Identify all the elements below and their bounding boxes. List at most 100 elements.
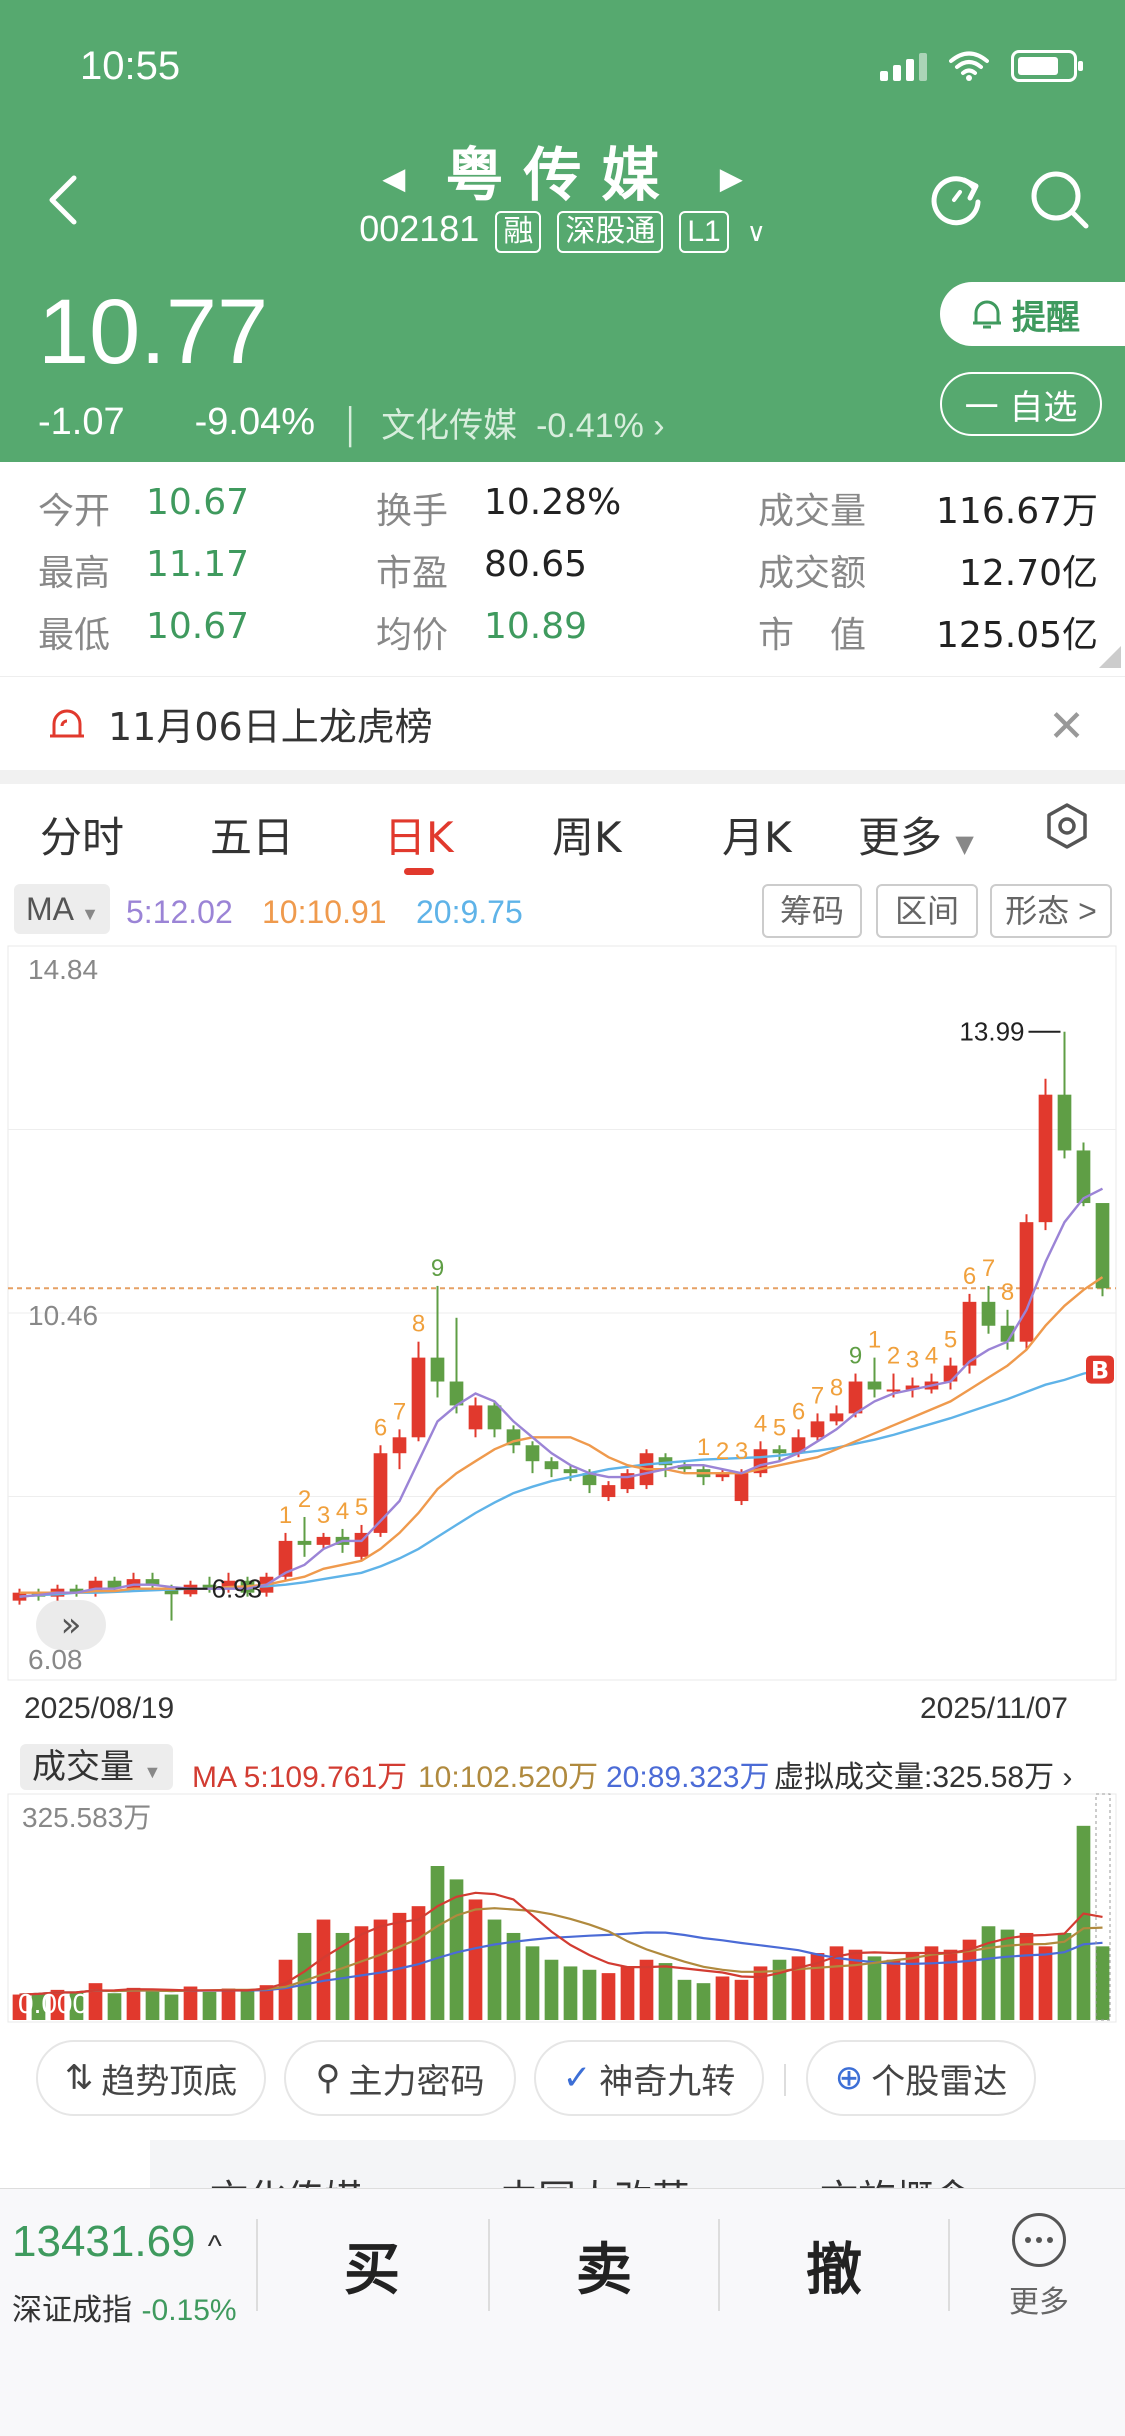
nine-turn-label: 3 — [906, 1347, 919, 1374]
volume-bar — [449, 1879, 464, 2020]
nine-turn-label: 9 — [431, 1255, 444, 1282]
candle-body — [601, 1485, 616, 1498]
related-concepts-peek: 文化传媒 中国人改革 文旅概念 — [0, 2140, 1125, 2188]
stock-radar-button[interactable]: ⊕ 个股雷达 — [806, 2040, 1036, 2116]
period-tabs: 分时 五日 日K 周K 月K 更多 ▼ — [0, 784, 1125, 878]
candle-body — [829, 1413, 844, 1422]
alarm-icon — [973, 300, 1001, 329]
dragon-tiger-notice[interactable]: 11月06日上龙虎榜 ✕ — [0, 676, 1125, 770]
volume-bar — [373, 1919, 388, 2020]
volume-bar — [867, 1956, 882, 2020]
more-button[interactable]: 更多 — [996, 2213, 1082, 2321]
divider — [948, 2219, 950, 2311]
volume-bar — [525, 1946, 540, 2020]
stat-turnover: 换手 10.28% — [376, 482, 622, 532]
tag-margin: 融 — [495, 211, 542, 253]
stat-volume: 成交量 116.67万 — [758, 491, 1098, 532]
prev-stock-icon[interactable]: ◀ — [382, 161, 405, 196]
tab-more[interactable]: 更多 ▼ — [858, 804, 974, 865]
volume-bar — [487, 1919, 502, 2020]
expand-left-button[interactable]: » — [36, 1600, 106, 1650]
close-icon[interactable]: ✕ — [1048, 701, 1085, 752]
nine-turn-label: 5 — [773, 1414, 786, 1441]
candle-body — [316, 1536, 331, 1545]
nine-turn-label: 7 — [982, 1255, 995, 1282]
volume-bar — [753, 1966, 768, 2020]
kline-chart[interactable]: 123 4 567891 2 34 567 8912 3 456 7813.996.93B — [0, 944, 1125, 1682]
buy-button[interactable]: 买 — [344, 2225, 400, 2306]
volume-bar — [601, 1973, 616, 2020]
nine-turn-label: 1 — [279, 1502, 292, 1529]
tab-weekly-k[interactable]: 周K — [552, 804, 622, 865]
peek-item[interactable]: 中国人改革 — [500, 2168, 690, 2188]
ma-legend: MA ▼ 5:12.02 10:10.91 20:9.75 筹码 区间 形态 > — [0, 880, 1125, 940]
next-stock-icon[interactable]: ▶ — [720, 161, 743, 196]
current-price: 10.77 — [38, 281, 269, 383]
nine-turn-label: 1 — [868, 1327, 881, 1354]
volume-bar — [563, 1966, 578, 2020]
volume-bar — [677, 1979, 692, 2020]
volume-bar — [126, 1987, 141, 2020]
candle-body — [411, 1357, 426, 1438]
main-force-button[interactable]: ⚲ 主力密码 — [284, 2040, 516, 2116]
indicator-select[interactable]: MA ▼ — [14, 884, 110, 934]
sector-link[interactable]: │ 文化传媒 -0.41% › — [341, 398, 665, 447]
expand-corner-icon[interactable] — [1099, 646, 1121, 668]
magic-nine-button[interactable]: ✓ 神奇九转 — [534, 2040, 764, 2116]
divider — [718, 2219, 720, 2311]
candle-body — [1019, 1222, 1034, 1342]
volume-bar — [240, 1990, 255, 2020]
sell-button[interactable]: 卖 — [576, 2225, 632, 2306]
remind-button[interactable]: 提醒 — [940, 282, 1125, 346]
divider — [256, 2219, 258, 2311]
ma20-line — [19, 1368, 1103, 1598]
stat-avg: 均价 10.89 — [376, 606, 588, 656]
candle-body — [962, 1301, 977, 1366]
volume-bar — [1057, 1932, 1072, 2020]
trend-top-bottom-button[interactable]: ⇅ 趋势顶底 — [36, 2040, 266, 2116]
volume-bar — [544, 1959, 559, 2020]
up-down-arrows-icon: ⇅ — [64, 2058, 94, 2098]
volume-chart[interactable] — [0, 1792, 1125, 2026]
tab-daily-k[interactable]: 日K — [384, 804, 454, 865]
indicator-tools: ⇅ 趋势顶底 ⚲ 主力密码 ✓ 神奇九转 ⊕ 个股雷达 — [0, 2040, 1125, 2122]
stock-name: 粤传媒 — [445, 141, 680, 209]
trade-bar: 13431.69 ^ 深证成指 -0.15% 买 卖 撤 更多 — [0, 2188, 1125, 2436]
volume-zero-label: 0.000 — [18, 1988, 89, 2019]
add-watchlist-button[interactable]: 一 自选 — [940, 372, 1102, 436]
tab-intraday[interactable]: 分时 — [40, 804, 124, 865]
candle-body — [1038, 1094, 1053, 1223]
volume-bar — [88, 1983, 103, 2020]
nine-turn-label: 5 — [944, 1327, 957, 1354]
tag-level[interactable]: L1 — [679, 211, 729, 253]
stock-code: 002181 — [359, 208, 480, 249]
nine-turn-label: 4 — [754, 1410, 767, 1437]
vol-ma20: 20:89.323万 — [606, 1761, 770, 1794]
candle-body — [1095, 1203, 1110, 1289]
index-name: 深证成指 -0.15% — [12, 2293, 237, 2328]
chip-distribution-button[interactable]: 筹码 — [762, 884, 862, 938]
index-value[interactable]: 13431.69 ^ — [12, 2217, 222, 2267]
more-icon — [1012, 2213, 1066, 2267]
tab-five-day[interactable]: 五日 — [210, 804, 294, 865]
search-icon[interactable] — [1028, 168, 1092, 232]
range-button[interactable]: 区间 — [876, 884, 978, 938]
nine-turn-label: 8 — [830, 1374, 843, 1401]
refresh-icon[interactable] — [924, 168, 988, 232]
nine-turn-label: 2 — [298, 1486, 311, 1513]
stat-amount: 成交额 12.70亿 — [758, 553, 1098, 594]
peek-item[interactable]: 文化传媒 — [210, 2168, 362, 2188]
chevron-down-icon[interactable]: ∨ — [747, 217, 766, 247]
volume-indicator-select[interactable]: 成交量 ▼ — [20, 1744, 174, 1790]
nine-turn-label: 2 — [887, 1343, 900, 1370]
pattern-button[interactable]: 形态 > — [990, 884, 1112, 938]
candle-body — [1057, 1094, 1072, 1151]
y-axis-top-label: 14.84 — [28, 954, 99, 985]
settings-icon[interactable] — [1042, 801, 1092, 851]
virtual-volume-link[interactable]: 虚拟成交量:325.58万 › — [774, 1752, 1072, 1796]
section-divider — [0, 770, 1125, 784]
radar-icon: ⊕ — [834, 2058, 864, 2098]
cancel-order-button[interactable]: 撤 — [806, 2225, 862, 2306]
tab-monthly-k[interactable]: 月K — [722, 804, 792, 865]
peek-item[interactable]: 文旅概念 — [820, 2168, 972, 2188]
